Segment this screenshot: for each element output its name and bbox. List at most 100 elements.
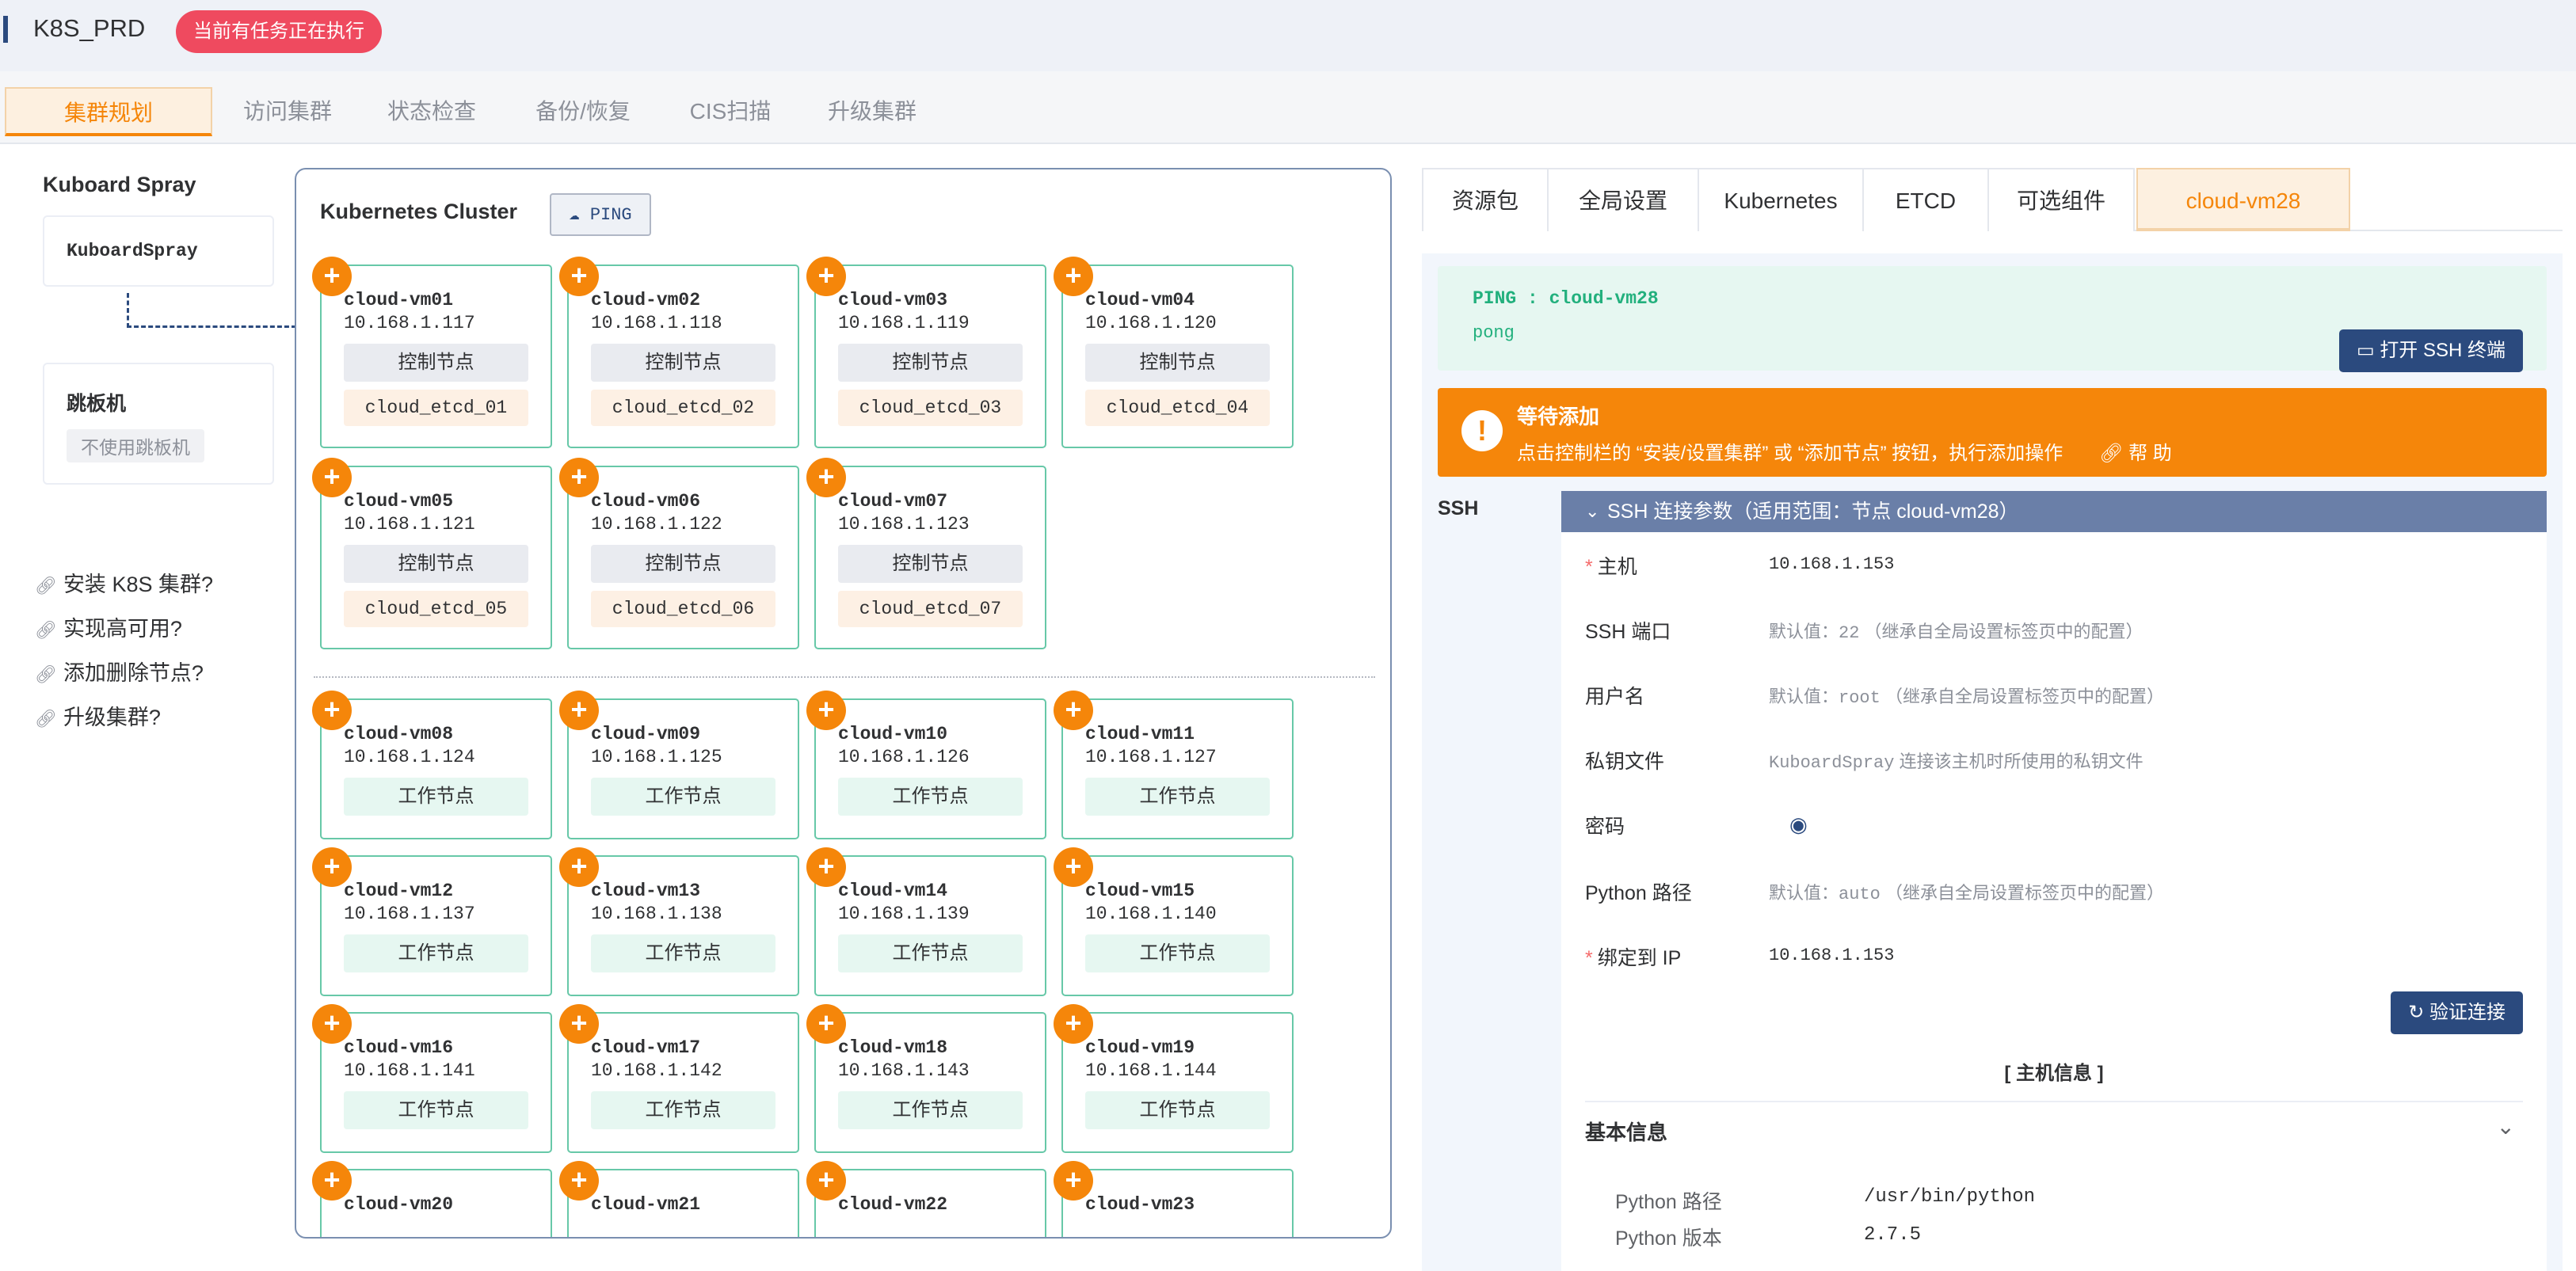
control-node-card[interactable]: + cloud-vm04 10.168.1.120 控制节点 cloud_etcd_04: [1054, 257, 1294, 448]
tab-global-settings[interactable]: 全局设置: [1547, 168, 1699, 231]
basic-info-title[interactable]: 基本信息: [1585, 1117, 1667, 1146]
host-input[interactable]: 10.168.1.153: [1769, 554, 1894, 574]
worker-node-card[interactable]: + cloud-vm18 10.168.1.143 工作节点: [806, 1004, 1046, 1153]
worker-node-card[interactable]: + cloud-vm09 10.168.1.125 工作节点: [559, 691, 799, 839]
placeholder-value: root: [1839, 688, 1881, 708]
node-name: cloud-vm22: [838, 1194, 948, 1215]
bind-ip-input[interactable]: 10.168.1.153: [1769, 946, 1894, 965]
worker-node-card[interactable]: + cloud-vm10 10.168.1.126 工作节点: [806, 691, 1046, 839]
worker-node-card[interactable]: + cloud-vm19 10.168.1.144 工作节点: [1054, 1004, 1294, 1153]
node-ip: 10.168.1.120: [1085, 313, 1217, 333]
host-label: * 主机: [1585, 551, 1637, 580]
tab-etcd[interactable]: ETCD: [1862, 168, 1989, 231]
link-upgrade-cluster[interactable]: 🔗︎ 升级集群?: [35, 700, 161, 731]
node-ip: 10.168.1.139: [838, 904, 970, 924]
kuboard-spray-title: Kuboard Spray: [43, 173, 196, 196]
node-role-tag: 工作节点: [591, 934, 775, 972]
worker-node-card[interactable]: + cloud-vm12 10.168.1.137 工作节点: [312, 847, 552, 996]
node-role-tag: 控制节点: [591, 545, 775, 583]
ping-button[interactable]: ☁︎ PING: [550, 193, 651, 236]
link-add-remove-nodes[interactable]: 🔗︎ 添加删除节点?: [35, 656, 204, 687]
control-node-card[interactable]: + cloud-vm05 10.168.1.121 控制节点 cloud_etcd_05: [312, 458, 552, 649]
verify-connection-button[interactable]: ↻ 验证连接: [2391, 991, 2523, 1034]
node-role-tag: 工作节点: [1085, 934, 1270, 972]
private-key-label: 私钥文件: [1585, 751, 1665, 773]
node-role-tag: 工作节点: [838, 1091, 1023, 1129]
tab-backup-restore[interactable]: 备份/恢复: [524, 87, 642, 136]
node-name: cloud-vm14: [838, 881, 948, 901]
tab-resource-package[interactable]: 资源包: [1422, 168, 1549, 231]
worker-node-card[interactable]: + cloud-vm17 10.168.1.142 工作节点: [559, 1004, 799, 1153]
ssh-section-header[interactable]: ⌄ SSH 连接参数（适用范围：节点 cloud-vm28）: [1561, 491, 2547, 532]
node-name: cloud-vm02: [591, 290, 701, 310]
worker-node-card[interactable]: + cloud-vm13 10.168.1.138 工作节点: [559, 847, 799, 996]
kuboardspray-box[interactable]: KuboardSpray: [43, 215, 274, 287]
control-node-card[interactable]: + cloud-vm02 10.168.1.118 控制节点 cloud_etcd_02: [559, 257, 799, 448]
worker-node-card[interactable]: + cloud-vm11 10.168.1.127 工作节点: [1054, 691, 1294, 839]
bind-ip-label: * 绑定到 IP: [1585, 942, 1681, 971]
eye-icon[interactable]: ◉: [1789, 812, 1808, 837]
node-ip: 10.168.1.119: [838, 313, 970, 333]
cluster-title: K8S_PRD: [33, 14, 146, 42]
placeholder-suffix: （继承自全局设置标签页中的配置）: [1884, 883, 2164, 903]
worker-node-card[interactable]: + cloud-vm23: [1054, 1161, 1294, 1237]
node-name: cloud-vm05: [344, 491, 454, 512]
username-input[interactable]: 默认值：root （继承自全局设置标签页中的配置）: [1769, 683, 2164, 708]
node-role-tag: 工作节点: [838, 778, 1023, 816]
tab-upgrade-cluster[interactable]: 升级集群: [821, 87, 924, 136]
ssh-port-input[interactable]: 默认值：22 （继承自全局设置标签页中的配置）: [1769, 618, 2143, 643]
python-path-input[interactable]: 默认值：auto （继承自全局设置标签页中的配置）: [1769, 879, 2164, 904]
password-input[interactable]: [1769, 811, 2212, 839]
control-node-card[interactable]: + cloud-vm03 10.168.1.119 控制节点 cloud_etcd_03: [806, 257, 1046, 448]
tab-optional-components[interactable]: 可选组件: [1987, 168, 2135, 231]
node-ip: 10.168.1.126: [838, 747, 970, 767]
open-ssh-terminal-button[interactable]: ▭ 打开 SSH 终端: [2338, 329, 2523, 372]
control-node-card[interactable]: + cloud-vm01 10.168.1.117 控制节点 cloud_etcd_01: [312, 257, 552, 448]
private-key-select[interactable]: KuboardSpray 连接该主机时所使用的私钥文件: [1769, 748, 2143, 773]
node-name: cloud-vm12: [344, 881, 454, 901]
tab-node-cloud-vm28[interactable]: cloud-vm28: [2136, 168, 2350, 231]
tab-access-cluster[interactable]: 访问集群: [236, 87, 339, 136]
node-name: cloud-vm23: [1085, 1194, 1195, 1215]
worker-node-card[interactable]: + cloud-vm21: [559, 1161, 799, 1237]
placeholder-value: 22: [1839, 623, 1860, 643]
jump-host-box[interactable]: 跳板机 不使用跳板机: [43, 363, 274, 485]
node-name: cloud-vm06: [591, 491, 701, 512]
node-ip: 10.168.1.122: [591, 514, 722, 535]
header-accent-bar: [3, 16, 8, 43]
tab-cluster-plan[interactable]: 集群规划: [5, 87, 212, 136]
worker-node-card[interactable]: + cloud-vm14 10.168.1.139 工作节点: [806, 847, 1046, 996]
link-high-availability[interactable]: 🔗︎ 实现高可用?: [35, 611, 182, 642]
link-icon: 🔗︎: [35, 709, 57, 729]
worker-node-card[interactable]: + cloud-vm15 10.168.1.140 工作节点: [1054, 847, 1294, 996]
python-version-info-value: 2.7.5: [1864, 1224, 1922, 1246]
placeholder-value: auto: [1839, 885, 1881, 904]
worker-node-card[interactable]: + cloud-vm08 10.168.1.124 工作节点: [312, 691, 552, 839]
placeholder-prefix: 默认值：: [1769, 687, 1839, 706]
connector-line: [127, 293, 296, 328]
node-ip: 10.168.1.118: [591, 313, 722, 333]
link-install-k8s[interactable]: 🔗︎ 安装 K8S 集群?: [35, 567, 213, 598]
link-label: 升级集群?: [63, 706, 161, 729]
chevron-down-icon: ⌄: [1585, 501, 1600, 521]
tab-status-check[interactable]: 状态检查: [380, 87, 483, 136]
node-role-tag: 控制节点: [1085, 344, 1270, 382]
verify-button-label: 验证连接: [2429, 1002, 2506, 1023]
task-running-badge[interactable]: 当前有任务正在执行: [176, 10, 382, 53]
worker-node-card[interactable]: + cloud-vm16 10.168.1.141 工作节点: [312, 1004, 552, 1153]
jump-host-title: 跳板机: [67, 393, 127, 415]
control-worker-divider: [314, 676, 1375, 678]
worker-node-card[interactable]: + cloud-vm20: [312, 1161, 552, 1237]
control-node-card[interactable]: + cloud-vm07 10.168.1.123 控制节点 cloud_etcd_07: [806, 458, 1046, 649]
worker-node-card[interactable]: + cloud-vm22: [806, 1161, 1046, 1237]
help-link[interactable]: 🔗︎ 帮 助: [2099, 437, 2172, 465]
node-ip: 10.168.1.141: [344, 1060, 475, 1081]
node-ip: 10.168.1.140: [1085, 904, 1217, 924]
node-name: cloud-vm20: [344, 1194, 454, 1215]
control-node-card[interactable]: + cloud-vm06 10.168.1.122 控制节点 cloud_etcd_06: [559, 458, 799, 649]
bind-ip-label-text: 绑定到 IP: [1597, 947, 1682, 969]
chevron-down-icon[interactable]: ⌄: [2497, 1113, 2515, 1140]
tab-cis-scan[interactable]: CIS扫描: [681, 87, 779, 136]
exclamation-icon: !: [1461, 410, 1503, 451]
tab-kubernetes[interactable]: Kubernetes: [1698, 168, 1864, 231]
